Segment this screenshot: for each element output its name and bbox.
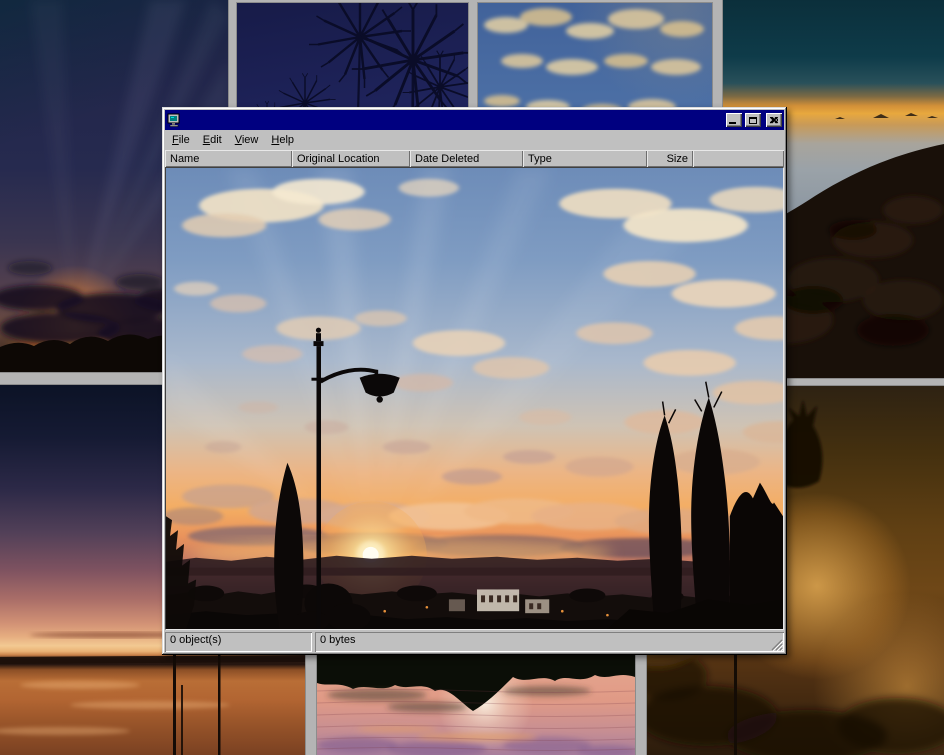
maximize-icon: [749, 117, 757, 124]
close-button[interactable]: [766, 113, 782, 127]
column-header-spacer: [693, 150, 784, 167]
status-byte-count: 0 bytes: [315, 632, 784, 652]
maximize-button[interactable]: [745, 113, 761, 127]
sunset-lamp-photo: [166, 168, 783, 629]
status-bar: 0 object(s) 0 bytes: [165, 630, 784, 652]
close-icon: [770, 117, 778, 124]
resize-grip-icon[interactable]: [770, 638, 783, 651]
column-header-size[interactable]: Size: [647, 150, 693, 167]
menu-help[interactable]: Help: [265, 131, 301, 149]
menu-view[interactable]: View: [229, 131, 266, 149]
column-header-original-location[interactable]: Original Location: [292, 150, 410, 167]
desktop: File Edit View Help Name Original Locati…: [0, 0, 944, 755]
menu-bar: File Edit View Help: [165, 130, 784, 150]
column-header-type[interactable]: Type: [523, 150, 647, 167]
computer-icon: [167, 113, 181, 127]
status-object-count: 0 object(s): [165, 632, 312, 652]
column-header-date-deleted[interactable]: Date Deleted: [410, 150, 523, 167]
minimize-button[interactable]: [726, 113, 742, 127]
minimize-icon: [729, 122, 736, 124]
column-headers: Name Original Location Date Deleted Type…: [165, 150, 784, 167]
recycle-bin-window: File Edit View Help Name Original Locati…: [162, 107, 787, 655]
window-titlebar[interactable]: [165, 110, 784, 130]
menu-file[interactable]: File: [166, 131, 197, 149]
menu-edit[interactable]: Edit: [197, 131, 229, 149]
file-list-area[interactable]: [165, 167, 784, 630]
column-header-name[interactable]: Name: [165, 150, 292, 167]
